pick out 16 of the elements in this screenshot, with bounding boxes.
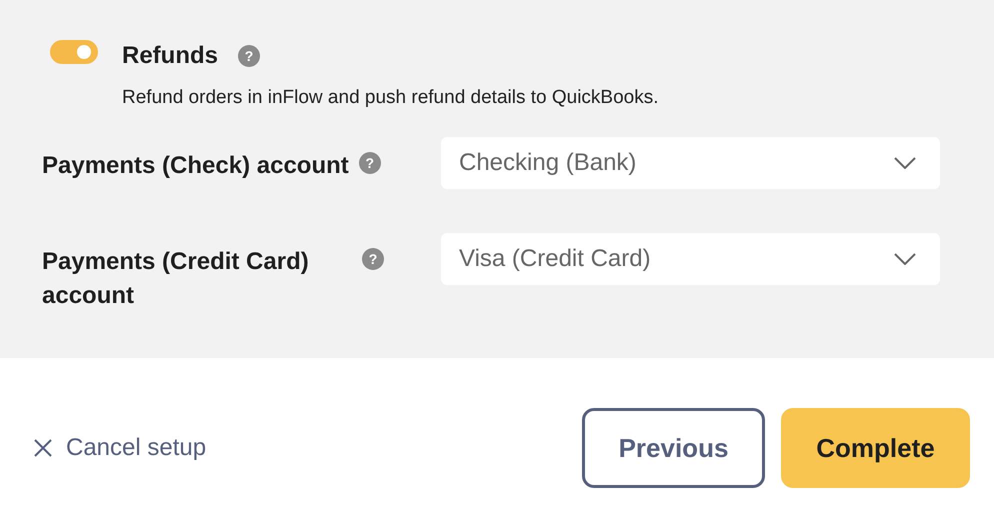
- help-icon[interactable]: ?: [362, 248, 384, 270]
- close-icon: [34, 439, 52, 457]
- help-icon[interactable]: ?: [238, 45, 260, 67]
- account-label: Payments (Check) account: [42, 150, 349, 180]
- chevron-down-icon: [894, 156, 916, 168]
- cancel-setup-link[interactable]: Cancel setup: [34, 430, 206, 466]
- account-select[interactable]: Visa (Credit Card): [441, 232, 940, 284]
- account-select[interactable]: Checking (Bank): [441, 136, 940, 188]
- help-icon[interactable]: ?: [358, 152, 381, 174]
- refunds-title: Refunds: [122, 41, 218, 71]
- complete-button[interactable]: Complete: [781, 408, 970, 488]
- chevron-down-icon: [894, 252, 916, 264]
- previous-button[interactable]: Previous: [582, 408, 765, 488]
- refunds-description: Refund orders in inFlow and push refund details to QuickBooks.: [122, 86, 659, 110]
- account-label: Payments (Credit Card) account: [42, 246, 310, 310]
- refunds-toggle[interactable]: [50, 40, 98, 64]
